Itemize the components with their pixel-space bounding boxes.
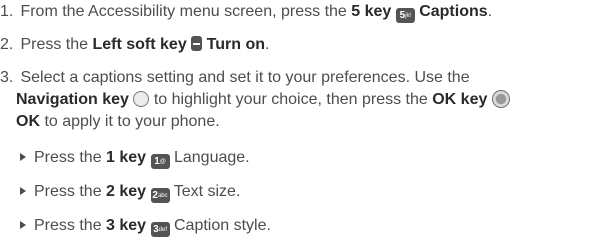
step-1: 1. From the Accessibility menu screen, p… <box>0 3 493 23</box>
action-label: Captions <box>419 3 488 20</box>
key-3-icon: 3def <box>150 222 170 237</box>
step-3-line-2: Navigation key to highlight your choice,… <box>16 90 510 110</box>
key-label: 5 key <box>351 3 392 20</box>
key-label: 1 key <box>106 149 147 166</box>
step-number: 2. <box>0 36 14 53</box>
step-3-line-3: OK to apply it to your phone. <box>16 112 220 132</box>
step-3-line-1: 3. Select a captions setting and set it … <box>0 68 470 88</box>
action-label: Text size <box>173 183 236 200</box>
nav-key-label: Navigation key <box>16 91 129 108</box>
step-text: Select a captions setting and set it to … <box>20 69 470 86</box>
action-label: OK <box>16 113 40 130</box>
action-label: Caption style <box>173 217 267 234</box>
ok-key-label: OK key <box>432 91 488 108</box>
key-2-icon: 2abc <box>150 188 170 203</box>
step-text: Press the <box>20 36 93 53</box>
key-label: 3 key <box>106 217 147 234</box>
step-text: to apply it to your phone. <box>40 113 220 130</box>
action-label: Language <box>173 149 246 166</box>
substep-text: Press the <box>34 217 107 234</box>
step-number: 1. <box>0 3 14 20</box>
substep-2: Press the 2 key 2abc Text size. <box>20 182 240 203</box>
bullet-arrow-icon <box>20 187 26 195</box>
bullet-arrow-icon <box>20 221 26 229</box>
step-2: 2. Press the Left soft key Turn on. <box>0 36 270 53</box>
step-text: to highlight your choice, then press the <box>149 91 433 108</box>
step-text: From the Accessibility menu screen, pres… <box>20 3 352 20</box>
substep-3: Press the 3 key 3def Caption style. <box>20 216 271 237</box>
substep-text: Press the <box>34 149 107 166</box>
step-number: 3. <box>0 69 14 86</box>
key-label: Left soft key <box>92 36 187 53</box>
bullet-arrow-icon <box>20 153 26 161</box>
action-label: Turn on <box>206 36 265 53</box>
navigation-key-icon <box>133 91 150 107</box>
substep-1: Press the 1 key 1@ Language. <box>20 148 250 169</box>
key-label: 2 key <box>106 183 147 200</box>
left-soft-key-icon <box>191 36 203 51</box>
key-5-icon: 5jkl <box>395 8 415 23</box>
substep-text: Press the <box>34 183 107 200</box>
key-1-icon: 1@ <box>150 154 170 169</box>
ok-key-icon <box>491 90 510 108</box>
